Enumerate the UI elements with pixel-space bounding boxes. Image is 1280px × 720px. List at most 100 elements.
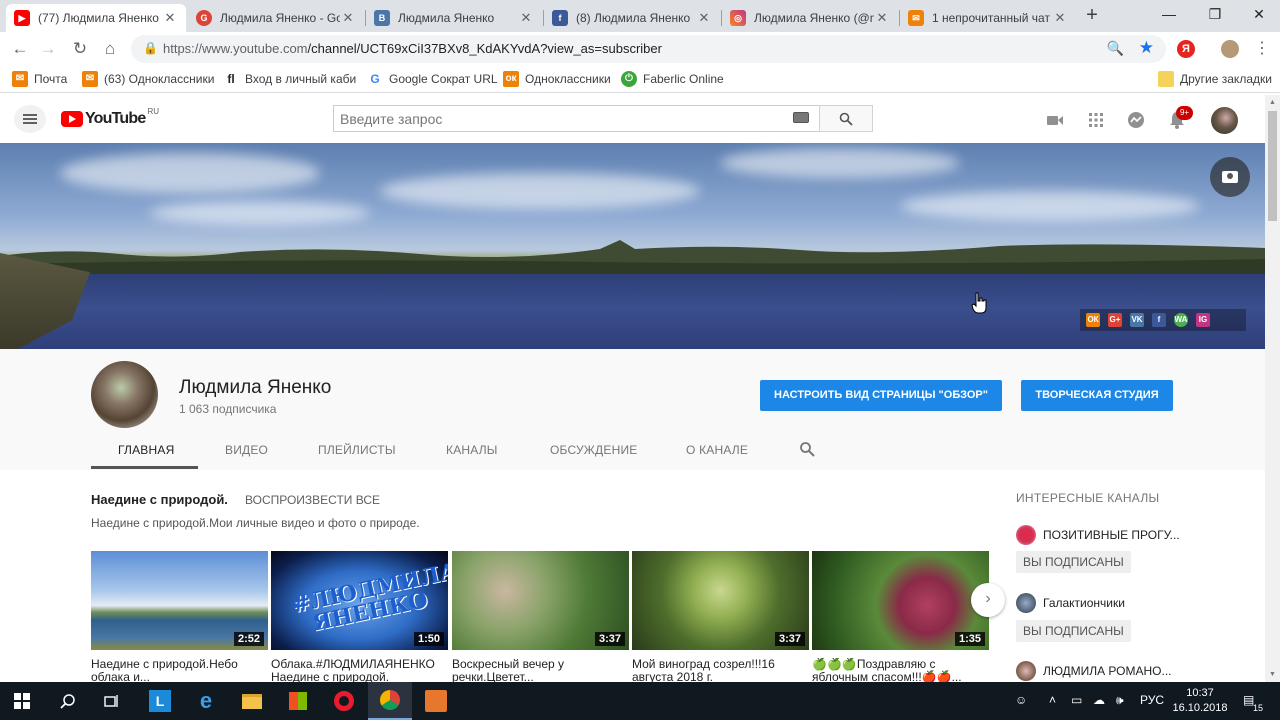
close-tab-icon[interactable]: ✕ — [518, 10, 534, 26]
taskbar-search-button[interactable] — [46, 682, 90, 720]
camera-icon[interactable] — [1210, 157, 1250, 197]
taskbar-explorer[interactable] — [230, 682, 274, 720]
search-button[interactable] — [819, 105, 873, 132]
bookmark-star-icon[interactable]: ★ — [1139, 38, 1154, 58]
tab-channels[interactable]: КАНАЛЫ — [446, 443, 498, 457]
close-tab-icon[interactable]: ✕ — [162, 10, 178, 26]
taskbar-clock[interactable]: 10:37 16.10.2018 — [1170, 686, 1230, 716]
home-button[interactable]: ⌂ — [100, 39, 120, 59]
bookmark-item[interactable]: ⏻ Faberlic Online — [621, 70, 724, 88]
taskbar-opera[interactable] — [322, 682, 366, 720]
channel-search-icon[interactable] — [799, 441, 815, 457]
carousel-next-button[interactable]: › — [971, 583, 1005, 617]
video-thumbnail[interactable]: #ЛЮДМИЛА ЯНЕНКО 1:50 — [271, 551, 448, 650]
video-title[interactable]: Облака.#ЛЮДМИЛАЯНЕНКО Наедине с природой… — [271, 658, 441, 684]
people-icon[interactable]: ☺ — [1015, 693, 1027, 707]
upload-video-icon[interactable] — [1045, 110, 1065, 130]
instagram-icon[interactable]: IG — [1196, 313, 1210, 327]
browser-tab-vk[interactable]: В Людмила Яненко ✕ — [366, 4, 542, 32]
close-tab-icon[interactable]: ✕ — [340, 10, 356, 26]
network-icon[interactable]: ☁ — [1093, 693, 1105, 707]
other-bookmarks-folder[interactable]: Другие закладки — [1158, 70, 1272, 88]
facebook-icon[interactable]: f — [1152, 313, 1166, 327]
close-tab-icon[interactable]: ✕ — [874, 10, 890, 26]
tab-discussion[interactable]: ОБСУЖДЕНИЕ — [550, 443, 637, 457]
scroll-down-arrow-icon[interactable]: ▼ — [1269, 671, 1276, 678]
tab-home[interactable]: ГЛАВНАЯ — [118, 443, 174, 457]
video-thumbnail[interactable]: 2:52 — [91, 551, 268, 650]
start-button[interactable] — [0, 682, 44, 720]
video-thumbnail[interactable]: 3:37 — [452, 551, 629, 650]
hamburger-menu-icon[interactable] — [14, 105, 46, 133]
video-title[interactable]: 🍏🍏🍏Поздравляю с яблочным спасом!!!🍎🍎... — [812, 658, 982, 684]
video-title[interactable]: Наедине с природой.Небо облака и... — [91, 658, 261, 684]
minimize-window-button[interactable]: — — [1146, 0, 1192, 30]
customize-layout-button[interactable]: НАСТРОИТЬ ВИД СТРАНИЦЫ "ОБЗОР" — [760, 380, 1002, 411]
page-scrollbar[interactable]: ▲ ▼ — [1265, 95, 1280, 682]
lock-icon: 🔒 — [143, 41, 158, 55]
whatsapp-icon[interactable]: WA — [1174, 313, 1188, 327]
taskbar-edge[interactable]: e — [184, 682, 228, 720]
video-thumbnail[interactable]: 3:37 — [632, 551, 809, 650]
bookmark-item[interactable]: ✉ Почта — [12, 70, 67, 88]
tab-playlists[interactable]: ПЛЕЙЛИСТЫ — [318, 443, 396, 457]
browser-tab-instagram[interactable]: ◎ Людмила Яненко (@m ✕ — [722, 4, 898, 32]
browser-tab-google-plus[interactable]: G Людмила Яненко - Go ✕ — [188, 4, 364, 32]
bookmark-item[interactable]: ок Одноклассники — [503, 70, 611, 88]
section-title[interactable]: Наедине с природой. — [91, 492, 228, 507]
messages-icon[interactable] — [1126, 110, 1146, 130]
tray-chevron-icon[interactable]: ˄ — [1049, 693, 1056, 707]
browser-tab-ok-mail[interactable]: ✉ 1 непрочитанный чат ✕ — [900, 4, 1076, 32]
video-title[interactable]: Мой виноград созрел!!!16 августа 2018 г. — [632, 658, 802, 684]
bookmark-item[interactable]: fl Вход в личный каби — [223, 70, 356, 88]
browser-tab-youtube[interactable]: ▶ (77) Людмила Яненко ✕ — [6, 4, 186, 32]
subscribed-button[interactable]: ВЫ ПОДПИСАНЫ — [1016, 620, 1131, 642]
play-all-button[interactable]: ВОСПРОИЗВЕСТИ ВСЕ — [245, 493, 380, 507]
volume-icon[interactable]: 🕪 — [1116, 693, 1124, 708]
odnoklassniki-icon[interactable]: ОК — [1086, 313, 1100, 327]
yandex-extension-icon[interactable]: Я — [1177, 40, 1195, 58]
featured-channel[interactable]: ПОЗИТИВНЫЕ ПРОГУ... — [1016, 525, 1180, 545]
tab-videos[interactable]: ВИДЕО — [225, 443, 268, 457]
address-bar[interactable]: 🔒 https://www.youtube.com/channel/UCT69x… — [131, 35, 1166, 63]
video-thumbnail[interactable]: 1:35 — [812, 551, 989, 650]
account-avatar[interactable] — [1211, 107, 1238, 134]
taskbar-chrome[interactable] — [368, 682, 412, 720]
close-window-button[interactable]: ✕ — [1236, 0, 1280, 30]
google-plus-icon[interactable]: G+ — [1108, 313, 1122, 327]
new-tab-button[interactable]: + — [1082, 4, 1102, 28]
taskbar-app-l[interactable]: L — [138, 682, 182, 720]
battery-icon[interactable]: ▭ — [1071, 693, 1082, 707]
taskbar-app-orange[interactable] — [414, 682, 458, 720]
profile-avatar-icon[interactable] — [1221, 40, 1239, 58]
creator-studio-button[interactable]: ТВОРЧЕСКАЯ СТУДИЯ — [1021, 380, 1173, 411]
scroll-up-arrow-icon[interactable]: ▲ — [1269, 99, 1276, 106]
featured-channel[interactable]: ЛЮДМИЛА РОМАНО... — [1016, 661, 1172, 681]
task-view-button[interactable] — [90, 682, 134, 720]
maximize-window-button[interactable]: ❐ — [1192, 0, 1238, 30]
social-links-bar: ОК G+ VK f WA IG — [1080, 309, 1246, 331]
input-language[interactable]: РУС — [1140, 693, 1164, 707]
close-tab-icon[interactable]: ✕ — [696, 10, 712, 26]
taskbar-store[interactable] — [276, 682, 320, 720]
menu-dots-icon[interactable]: ⋮ — [1252, 39, 1272, 59]
apps-grid-icon[interactable] — [1086, 110, 1106, 130]
forward-button[interactable]: → — [38, 39, 58, 59]
youtube-logo[interactable]: YouTube RU — [61, 107, 159, 128]
reload-button[interactable]: ↻ — [70, 39, 90, 59]
back-button[interactable]: ← — [10, 39, 30, 59]
featured-channel[interactable]: Галактиончики — [1016, 593, 1125, 613]
channel-avatar[interactable] — [91, 361, 158, 428]
close-tab-icon[interactable]: ✕ — [1052, 10, 1068, 26]
zoom-icon[interactable]: 🔍 — [1107, 40, 1124, 57]
search-input[interactable] — [334, 106, 774, 131]
bookmark-item[interactable]: G Google Сократ URL — [367, 70, 498, 88]
subscribed-button[interactable]: ВЫ ПОДПИСАНЫ — [1016, 551, 1131, 573]
vk-icon[interactable]: VK — [1130, 313, 1144, 327]
browser-tab-facebook[interactable]: f (8) Людмила Яненко ✕ — [544, 4, 720, 32]
keyboard-icon[interactable] — [793, 112, 809, 123]
bookmark-item[interactable]: ✉ (63) Одноклассники — [82, 70, 214, 88]
tab-about[interactable]: О КАНАЛЕ — [686, 443, 748, 457]
video-title[interactable]: Воскресный вечер у речки.Цветет... — [452, 658, 622, 684]
scrollbar-thumb[interactable] — [1268, 111, 1277, 221]
